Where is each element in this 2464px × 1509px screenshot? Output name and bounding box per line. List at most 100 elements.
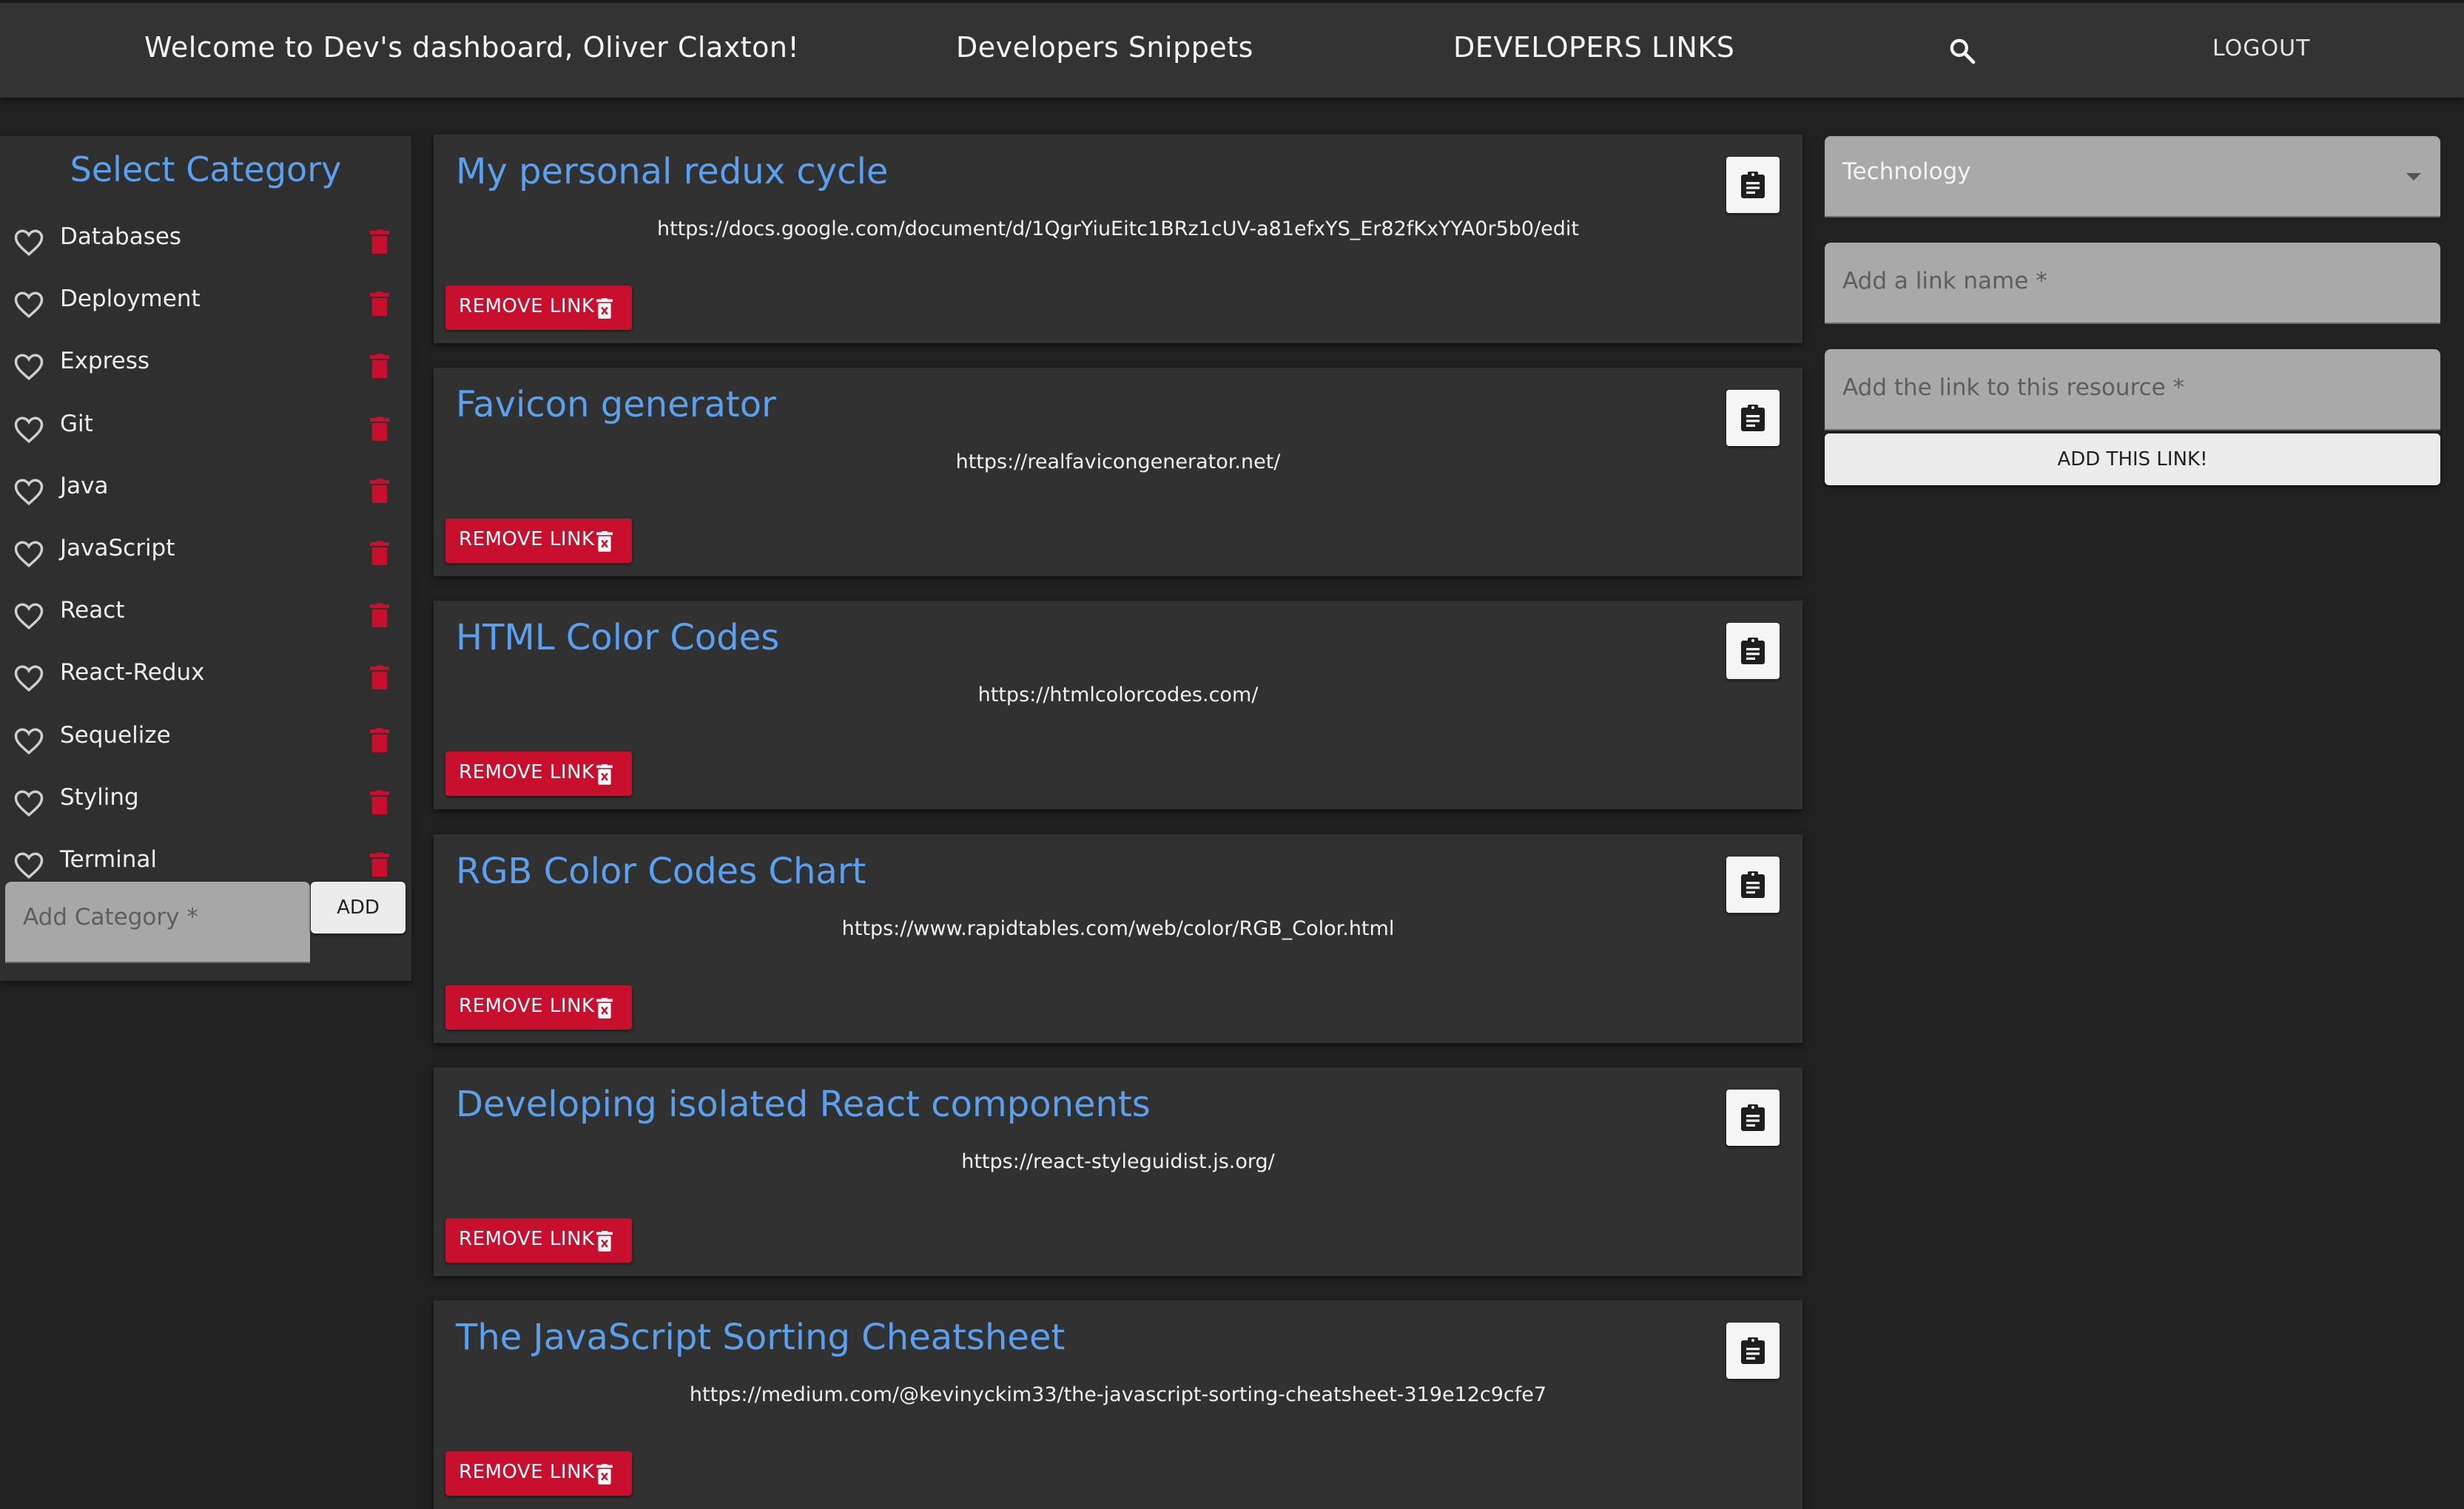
link-url[interactable]: https://medium.com/@kevinyckim33/the-jav… <box>434 1383 1802 1406</box>
link-card: The JavaScript Sorting Cheatsheet https:/… <box>434 1300 1802 1509</box>
link-url[interactable]: https://docs.google.com/document/d/1QgrY… <box>434 217 1802 240</box>
remove-link-button[interactable]: REMOVE LINK <box>445 1218 632 1263</box>
remove-link-button[interactable]: REMOVE LINK <box>445 286 632 330</box>
copy-link-button[interactable] <box>1726 157 1780 213</box>
copy-link-button[interactable] <box>1726 856 1780 913</box>
add-category-placeholder: Add Category * <box>23 904 198 931</box>
clipboard-icon <box>1741 871 1765 898</box>
remove-link-label: REMOVE LINK <box>459 295 595 317</box>
copy-link-button[interactable] <box>1726 1323 1780 1379</box>
clipboard-icon <box>1741 172 1765 198</box>
heart-icon[interactable] <box>13 664 44 693</box>
heart-icon[interactable] <box>13 415 44 445</box>
category-name: Terminal <box>60 846 158 873</box>
add-link-button[interactable]: ADD THIS LINK! <box>1825 433 2440 485</box>
link-name-placeholder: Add a link name * <box>1842 268 2047 294</box>
link-card: HTML Color Codes https://htmlcolorcodes.c… <box>434 601 1802 810</box>
category-select[interactable]: Technology <box>1825 136 2440 217</box>
trash-icon <box>596 298 613 319</box>
category-name: Express <box>60 348 150 375</box>
category-name: Databases <box>60 223 182 250</box>
heart-icon[interactable] <box>13 539 44 569</box>
copy-link-button[interactable] <box>1726 1089 1780 1146</box>
category-name: Styling <box>60 783 139 811</box>
heart-icon[interactable] <box>13 477 44 507</box>
trash-icon <box>596 1464 613 1485</box>
link-title[interactable]: Favicon generator <box>456 384 776 425</box>
category-name: React <box>60 597 125 624</box>
link-card: RGB Color Codes Chart https://www.rapidta… <box>434 834 1802 1043</box>
category-name: Git <box>60 410 93 437</box>
sidebar-category-item[interactable]: React <box>0 585 411 647</box>
sidebar-category-item[interactable]: Express <box>0 336 411 398</box>
sidebar-category-item[interactable]: Styling <box>0 772 411 834</box>
clipboard-icon <box>1741 1337 1765 1364</box>
trash-icon <box>596 764 613 786</box>
link-card: Developing isolated React components http… <box>434 1067 1802 1276</box>
delete-category-icon[interactable] <box>370 541 389 566</box>
heart-icon[interactable] <box>13 290 44 320</box>
top-app-bar: Welcome to Dev's dashboard, Oliver Claxt… <box>0 0 2464 98</box>
sidebar-category-item[interactable]: Sequelize <box>0 710 411 772</box>
link-url[interactable]: https://realfavicongenerator.net/ <box>434 450 1802 473</box>
link-name-input[interactable]: Add a link name * <box>1825 243 2440 324</box>
add-category-button[interactable]: ADD <box>311 882 405 934</box>
sidebar-category-item[interactable]: Deployment <box>0 274 411 336</box>
link-url[interactable]: https://htmlcolorcodes.com/ <box>434 683 1802 706</box>
category-name: Sequelize <box>60 721 171 749</box>
delete-category-icon[interactable] <box>370 603 389 628</box>
category-name: React-Redux <box>60 659 205 686</box>
heart-icon[interactable] <box>13 789 44 818</box>
sidebar-category-item[interactable]: Java <box>0 461 411 523</box>
sidebar-category-item[interactable]: React-Redux <box>0 647 411 709</box>
link-title[interactable]: Developing isolated React components <box>456 1084 1151 1125</box>
remove-link-button[interactable]: REMOVE LINK <box>445 985 632 1030</box>
remove-link-label: REMOVE LINK <box>459 761 595 784</box>
link-title[interactable]: My personal redux cycle <box>456 151 888 192</box>
link-title[interactable]: RGB Color Codes Chart <box>456 851 866 892</box>
remove-link-label: REMOVE LINK <box>459 994 595 1017</box>
delete-category-icon[interactable] <box>370 727 389 753</box>
copy-link-button[interactable] <box>1726 390 1780 447</box>
delete-category-icon[interactable] <box>370 416 389 442</box>
delete-category-icon[interactable] <box>370 291 389 317</box>
trash-icon <box>596 531 613 552</box>
add-category-input[interactable]: Add Category * <box>5 882 310 963</box>
link-url[interactable]: https://react-styleguidist.js.org/ <box>434 1150 1802 1173</box>
delete-category-icon[interactable] <box>370 852 389 877</box>
link-title[interactable]: HTML Color Codes <box>456 617 779 658</box>
delete-category-icon[interactable] <box>370 229 389 254</box>
sidebar-category-item[interactable]: JavaScript <box>0 523 411 585</box>
search-icon[interactable] <box>1948 36 1977 66</box>
category-name: JavaScript <box>60 535 175 561</box>
heart-icon[interactable] <box>13 601 44 631</box>
copy-link-button[interactable] <box>1726 623 1780 680</box>
delete-category-icon[interactable] <box>370 479 389 504</box>
remove-link-button[interactable]: REMOVE LINK <box>445 519 632 564</box>
link-url-input[interactable]: Add the link to this resource * <box>1825 349 2440 431</box>
sidebar-category-item[interactable]: Databases <box>0 212 411 274</box>
remove-link-label: REMOVE LINK <box>459 528 595 551</box>
trash-icon <box>596 997 613 1019</box>
heart-icon[interactable] <box>13 352 44 382</box>
logout-button[interactable]: LOGOUT <box>2212 36 2310 61</box>
clipboard-icon <box>1741 638 1765 665</box>
category-select-value: Technology <box>1842 158 1971 185</box>
remove-link-button[interactable]: REMOVE LINK <box>445 752 632 797</box>
delete-category-icon[interactable] <box>370 354 389 379</box>
heart-icon[interactable] <box>13 228 44 257</box>
heart-icon[interactable] <box>13 851 44 880</box>
remove-link-label: REMOVE LINK <box>459 1461 595 1483</box>
delete-category-icon[interactable] <box>370 790 389 815</box>
nav-developers-snippets[interactable]: Developers Snippets <box>956 31 1253 64</box>
link-title[interactable]: The JavaScript Sorting Cheatsheet <box>456 1317 1065 1358</box>
link-url-placeholder: Add the link to this resource * <box>1842 374 2185 401</box>
category-name: Deployment <box>60 286 201 313</box>
link-url[interactable]: https://www.rapidtables.com/web/color/RG… <box>434 917 1802 940</box>
delete-category-icon[interactable] <box>370 665 389 690</box>
category-name: Java <box>60 472 109 499</box>
sidebar-category-item[interactable]: Git <box>0 399 411 461</box>
remove-link-button[interactable]: REMOVE LINK <box>445 1451 632 1496</box>
heart-icon[interactable] <box>13 726 44 756</box>
nav-developers-links[interactable]: DEVELOPERS LINKS <box>1453 31 1734 64</box>
